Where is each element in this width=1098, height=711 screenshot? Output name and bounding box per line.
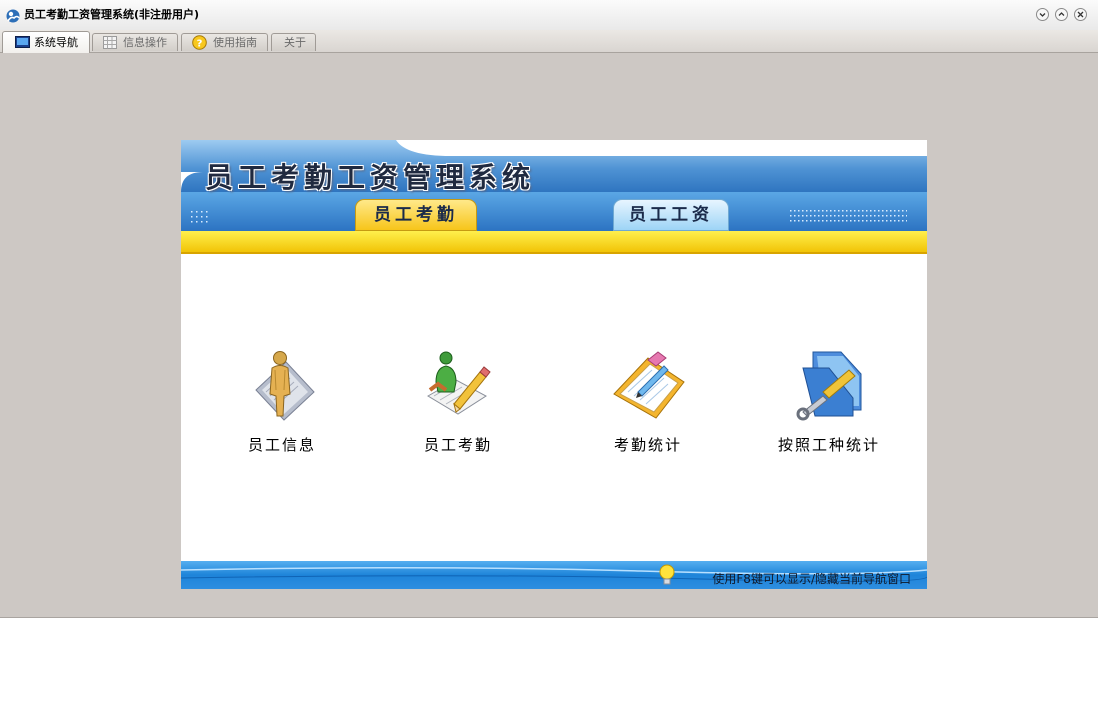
tab-bar: 系统导航 信息操作 ? 使用指南 关于 [0, 30, 1098, 53]
lightbulb-icon [659, 564, 675, 585]
close-button[interactable] [1074, 8, 1087, 21]
menu-worktype-stats[interactable]: 按照工种统计 [759, 346, 899, 466]
dot-grid-right [789, 209, 907, 225]
worktype-stats-icon [796, 351, 862, 421]
minimize-icon [1039, 13, 1046, 17]
app-window: 员工考勤工资管理系统(非注册用户) 系统导航 信息操作 ? 使用指南 关于 员工… [0, 0, 1098, 618]
window-title: 员工考勤工资管理系统(非注册用户) [24, 8, 200, 21]
minimize-button[interactable] [1036, 8, 1049, 21]
employee-attendance-icon [427, 351, 491, 415]
maximize-icon [1058, 12, 1065, 16]
attendance-stats-icon [613, 351, 685, 419]
tab-label: 系统导航 [34, 36, 78, 49]
tab-label: 使用指南 [213, 36, 257, 49]
menu-employee-attendance[interactable]: 员工考勤 [388, 346, 528, 466]
tab-label: 关于 [284, 36, 306, 49]
tab-info-ops[interactable]: 信息操作 [92, 33, 178, 51]
tab-system-nav[interactable]: 系统导航 [2, 31, 90, 53]
nav-tab-salary[interactable]: 员工工资 [613, 199, 729, 231]
maximize-button[interactable] [1055, 8, 1068, 21]
menu-label: 考勤统计 [613, 436, 682, 454]
tab-about[interactable]: 关于 [271, 33, 316, 51]
menu-label: 按照工种统计 [777, 436, 880, 454]
dot-grid-left [191, 211, 208, 223]
help-icon: ? [192, 35, 207, 50]
app-logo-icon [6, 9, 20, 23]
navigation-panel: 员工考勤工资管理系统 员工考勤 员工工资 员工信息 员工考勤 考勤统计 按照工种… [181, 140, 927, 589]
menu-employee-info[interactable]: 员工信息 [212, 346, 352, 466]
title-bar: 员工考勤工资管理系统(非注册用户) [0, 0, 1098, 31]
app-banner-title: 员工考勤工资管理系统 [205, 161, 536, 194]
menu-attendance-stats[interactable]: 考勤统计 [578, 346, 718, 466]
nav-tab-attendance[interactable]: 员工考勤 [355, 199, 477, 231]
tab-user-guide[interactable]: ? 使用指南 [181, 33, 268, 51]
employee-info-icon [255, 351, 315, 421]
footer-hint-text: 使用F8键可以显示/隐藏当前导航窗口 [712, 572, 911, 586]
tab-label: 信息操作 [123, 36, 167, 49]
monitor-icon [15, 36, 30, 48]
svg-text:?: ? [197, 38, 203, 49]
menu-label: 员工考勤 [423, 436, 492, 454]
grid-icon [103, 36, 117, 49]
close-icon [1077, 11, 1084, 18]
menu-label: 员工信息 [247, 436, 316, 454]
